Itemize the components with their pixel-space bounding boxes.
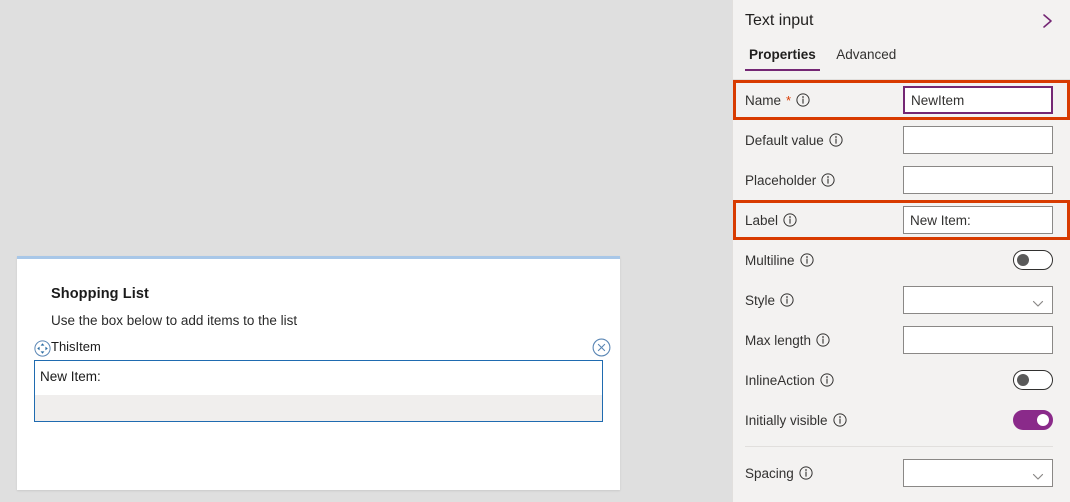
info-icon[interactable] (816, 333, 830, 347)
property-row-inlineaction: InlineAction (733, 360, 1070, 400)
tab-properties[interactable]: Properties (741, 47, 824, 71)
selection-label-row: ThisItem (17, 338, 611, 358)
panel-tabs: Properties Advanced (733, 46, 1070, 80)
property-label-text: Label (745, 212, 779, 228)
info-icon[interactable] (796, 93, 810, 107)
property-label-text: Name (745, 92, 782, 108)
properties-panel: Text input Properties Advanced Name* Defa… (732, 0, 1070, 502)
chevron-down-icon (1032, 469, 1044, 480)
property-label-default-value: Default value (745, 133, 900, 148)
property-row-default-value: Default value (733, 120, 1070, 160)
property-control-style (900, 286, 1053, 314)
property-row-style: Style (733, 280, 1070, 320)
panel-title: Text input (745, 12, 814, 29)
property-label-label: Label (745, 213, 900, 228)
label-input[interactable] (903, 206, 1053, 234)
chevron-right-icon[interactable] (1040, 12, 1056, 30)
info-icon[interactable] (799, 253, 814, 267)
style-dropdown[interactable] (903, 286, 1053, 314)
app-root: Shopping List Use the box below to add i… (0, 0, 1070, 502)
text-input-field[interactable] (35, 395, 602, 421)
toggle-knob (1017, 374, 1029, 386)
property-control-label (900, 206, 1053, 234)
info-icon[interactable] (829, 133, 843, 147)
info-icon[interactable] (821, 173, 835, 187)
text-input-control[interactable]: New Item: (34, 360, 603, 422)
property-label-inlineaction: InlineAction (745, 373, 900, 388)
info-icon[interactable] (799, 466, 813, 480)
property-control-name (900, 86, 1053, 114)
toggle-knob (1037, 414, 1049, 426)
property-rows: Name* Default value Placeholder Label Multil… (733, 80, 1070, 493)
property-label-text: Spacing (745, 465, 794, 481)
property-label-max-length: Max length (745, 333, 900, 348)
property-label-spacing: Spacing (745, 466, 900, 481)
move-handle-icon[interactable] (34, 340, 51, 357)
info-icon[interactable] (783, 213, 797, 227)
property-control-inlineaction (900, 370, 1053, 390)
property-label-text: InlineAction (745, 372, 815, 388)
selected-control-overlay[interactable]: ThisItem New Item: (17, 338, 611, 428)
property-control-default-value (900, 126, 1053, 154)
property-control-multiline (900, 250, 1053, 270)
spacing-dropdown[interactable] (903, 459, 1053, 487)
placeholder-input[interactable] (903, 166, 1053, 194)
toggle-knob (1017, 254, 1029, 266)
property-label-text: Multiline (745, 252, 795, 268)
chevron-down-icon (1032, 296, 1044, 307)
property-row-max-length: Max length (733, 320, 1070, 360)
property-label-text: Initially visible (745, 412, 828, 428)
property-control-placeholder (900, 166, 1053, 194)
property-row-multiline: Multiline (733, 240, 1070, 280)
property-label-text: Placeholder (745, 172, 817, 188)
multiline-toggle[interactable] (1013, 250, 1053, 270)
property-label-placeholder: Placeholder (745, 173, 900, 188)
property-label-text: Default value (745, 132, 824, 148)
card-subtitle: Use the box below to add items to the li… (51, 313, 298, 328)
property-label-text: Style (745, 292, 776, 308)
close-circle-icon[interactable] (592, 338, 611, 357)
required-asterisk: * (786, 92, 792, 108)
info-icon[interactable] (780, 293, 794, 307)
property-row-spacing: Spacing (733, 453, 1070, 493)
tab-advanced[interactable]: Advanced (828, 47, 904, 71)
property-row-name: Name * (733, 80, 1070, 120)
app-canvas: Shopping List Use the box below to add i… (0, 0, 732, 502)
property-label-multiline: Multiline (745, 253, 900, 268)
info-icon[interactable] (832, 413, 847, 427)
card-title: Shopping List (51, 286, 149, 302)
section-divider (745, 446, 1053, 447)
property-row-placeholder: Placeholder (733, 160, 1070, 200)
property-label-initially-visible: Initially visible (745, 413, 900, 428)
property-row-initially-visible: Initially visible (733, 400, 1070, 440)
property-control-spacing (900, 459, 1053, 487)
property-label-name: Name * (745, 93, 900, 108)
max-length-input[interactable] (903, 326, 1053, 354)
name-input[interactable] (903, 86, 1053, 114)
property-label-style: Style (745, 293, 900, 308)
initially-visible-toggle[interactable] (1013, 410, 1053, 430)
text-input-inner-label: New Item: (40, 369, 101, 384)
selected-control-name: ThisItem (51, 339, 101, 354)
panel-header: Text input (733, 0, 1070, 46)
property-label-text: Max length (745, 332, 812, 348)
info-icon[interactable] (820, 373, 834, 387)
inlineaction-toggle[interactable] (1013, 370, 1053, 390)
property-row-label: Label (733, 200, 1070, 240)
property-control-max-length (900, 326, 1053, 354)
default-value-input[interactable] (903, 126, 1053, 154)
property-control-initially-visible (900, 410, 1053, 430)
